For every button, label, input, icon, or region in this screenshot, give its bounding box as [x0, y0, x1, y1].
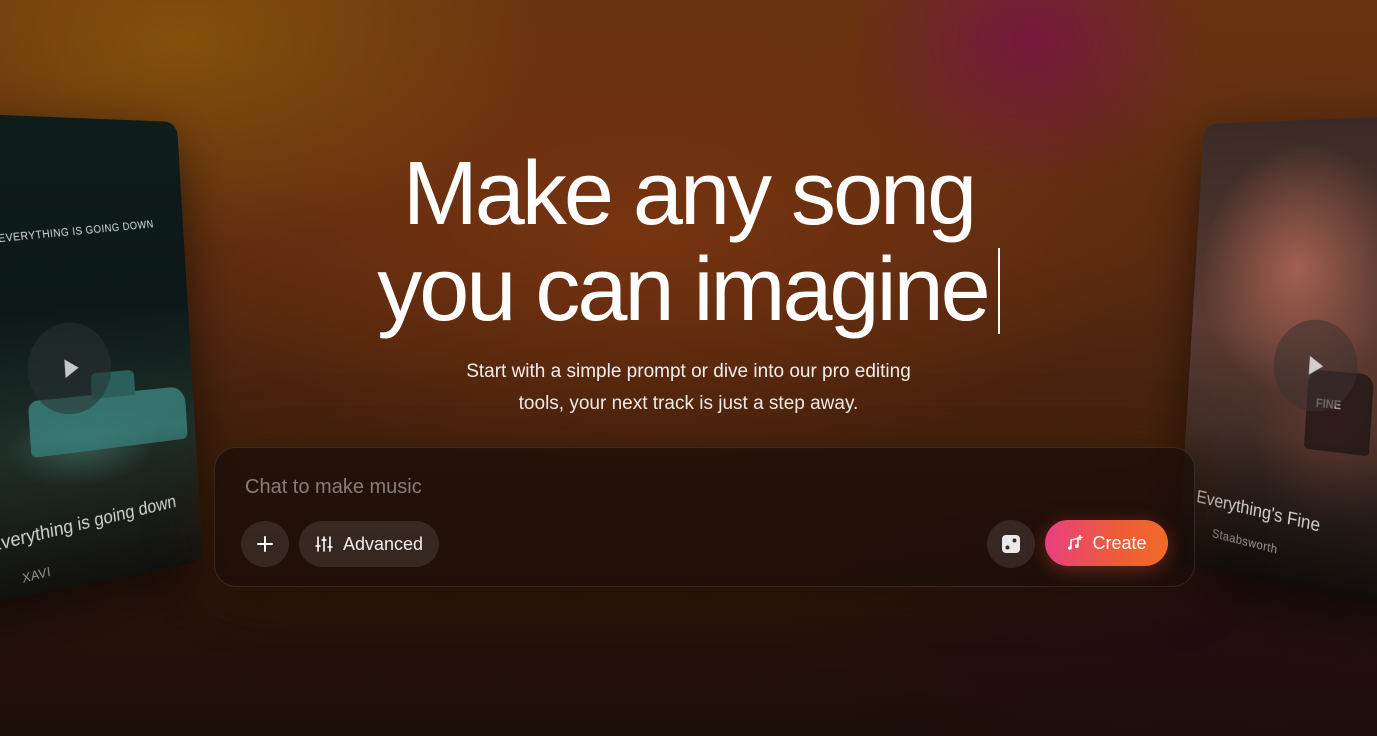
hero-headline: Make any song you can imagine [0, 146, 1377, 338]
hero-section: Make any song you can imagine Start with… [0, 146, 1377, 420]
create-label: Create [1092, 532, 1147, 553]
headline-line-2-text: you can imagine [377, 240, 990, 340]
prompt-box: Advanced Create [214, 447, 1195, 587]
subtitle-line-1: Start with a simple prompt or dive into … [466, 361, 911, 382]
plus-icon [257, 536, 273, 552]
headline-line-2: you can imagine [0, 242, 1377, 338]
chat-input[interactable] [245, 476, 1145, 499]
headline-line-1: Make any song [402, 144, 977, 244]
sliders-icon [315, 536, 333, 552]
music-note-plus-icon [1068, 534, 1084, 550]
dice-icon [1002, 535, 1020, 553]
subtitle-line-2: tools, your next track is just a step aw… [518, 393, 859, 414]
hero-subtitle: Start with a simple prompt or dive into … [0, 356, 1377, 420]
advanced-button[interactable]: Advanced [299, 521, 440, 567]
advanced-label: Advanced [343, 533, 424, 554]
typing-cursor [997, 248, 1000, 334]
create-button[interactable]: Create [1045, 520, 1168, 566]
add-button[interactable] [241, 521, 289, 567]
random-prompt-button[interactable] [987, 520, 1035, 568]
